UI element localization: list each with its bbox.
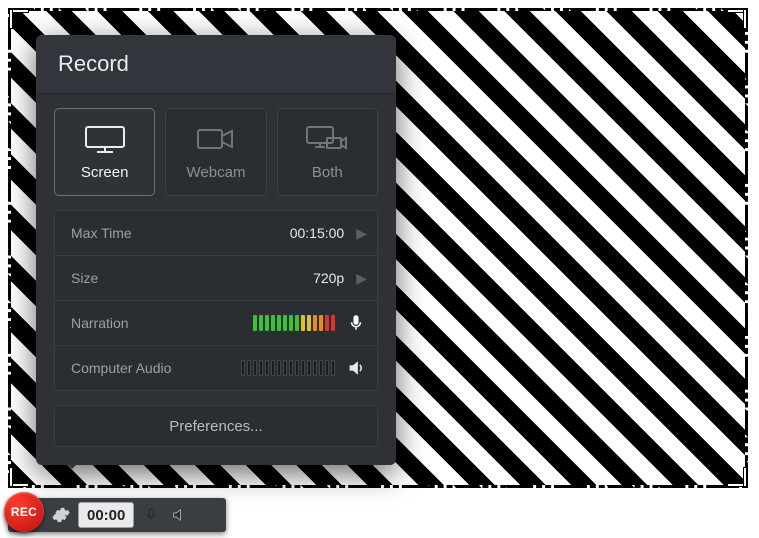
record-button[interactable]: REC: [4, 492, 44, 532]
mode-screen-button[interactable]: Screen: [54, 108, 155, 196]
mode-both-label: Both: [312, 164, 343, 181]
preferences-button[interactable]: Preferences...: [54, 405, 378, 447]
narration-level-meter: [253, 314, 335, 332]
resize-handle-tr[interactable]: [727, 9, 747, 29]
webcam-icon: [194, 124, 238, 154]
option-narration-label: Narration: [71, 315, 129, 331]
option-max-time-value: 00:15:00: [290, 225, 345, 241]
microphone-icon: [345, 312, 367, 334]
resize-handle-tl[interactable]: [9, 9, 29, 29]
settings-button[interactable]: [50, 504, 72, 526]
mode-screen-label: Screen: [81, 164, 129, 181]
panel-title: Record: [36, 35, 396, 94]
preferences-label: Preferences...: [169, 418, 262, 435]
recording-timer: 00:00: [78, 502, 134, 528]
record-mode-group: Screen Webcam Both: [54, 108, 378, 196]
option-computer-audio-label: Computer Audio: [71, 360, 171, 376]
option-size-value: 720p: [313, 270, 344, 286]
chevron-right-icon: ▶: [356, 225, 367, 242]
resize-handle-bl[interactable]: [9, 467, 29, 487]
toolbar-mic-button[interactable]: [140, 504, 162, 526]
microphone-icon: [143, 507, 159, 523]
recording-timer-value: 00:00: [87, 508, 125, 523]
mode-webcam-button[interactable]: Webcam: [165, 108, 266, 196]
record-panel: Record Screen Webcam: [36, 35, 396, 465]
screen-webcam-icon: [305, 124, 349, 154]
mode-both-button[interactable]: Both: [277, 108, 378, 196]
option-max-time[interactable]: Max Time 00:15:00 ▶: [55, 211, 377, 256]
record-button-label: REC: [11, 506, 37, 518]
option-max-time-label: Max Time: [71, 225, 132, 241]
recorder-toolbar: REC 00:00: [8, 498, 226, 532]
resize-handle-br[interactable]: [727, 467, 747, 487]
monitor-icon: [83, 124, 127, 154]
record-options-list: Max Time 00:15:00 ▶ Size 720p ▶ Narratio…: [54, 210, 378, 391]
option-size-label: Size: [71, 270, 98, 286]
chevron-right-icon: ▶: [356, 270, 367, 287]
gear-icon: [52, 506, 70, 524]
toolbar-speaker-button[interactable]: [168, 504, 190, 526]
speaker-icon: [171, 507, 187, 523]
mode-webcam-label: Webcam: [187, 164, 246, 181]
option-computer-audio[interactable]: Computer Audio: [55, 346, 377, 390]
option-size[interactable]: Size 720p ▶: [55, 256, 377, 301]
option-narration[interactable]: Narration: [55, 301, 377, 346]
computer-audio-level-meter: [241, 359, 335, 377]
speaker-icon: [345, 357, 367, 379]
